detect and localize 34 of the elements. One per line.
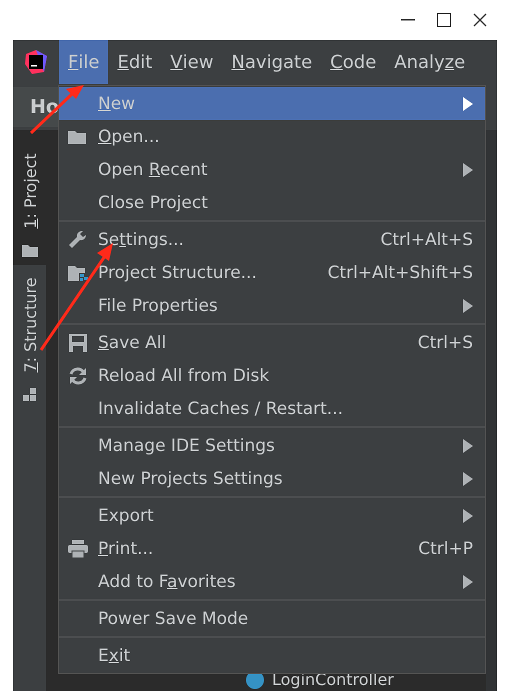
menu-item[interactable]: Invalidate Caches / Restart... (59, 392, 485, 425)
printer-icon (67, 538, 89, 558)
menu-item[interactable]: Open Recent (59, 153, 485, 186)
close-icon[interactable] (473, 13, 487, 27)
menu-bar-item[interactable]: Code (321, 40, 386, 84)
menu-bar-item[interactable]: View (161, 40, 222, 84)
menu-bar-item[interactable]: Analyze (385, 40, 474, 84)
menu-item[interactable]: Add to Favorites (59, 565, 485, 598)
menu-item[interactable]: Reload All from Disk (59, 359, 485, 392)
menu-item[interactable]: Manage IDE Settings (59, 429, 485, 462)
menu-item[interactable]: Power Save Mode (59, 602, 485, 635)
wrench-icon (68, 230, 88, 250)
maximize-icon[interactable] (437, 13, 451, 27)
minimize-icon[interactable] (401, 19, 415, 21)
tool-window-tab[interactable]: 7: Structure (13, 265, 46, 410)
tool-window-tab[interactable]: 1: Project (13, 130, 46, 265)
menu-item[interactable]: File Properties (59, 289, 485, 322)
app-logo-icon (23, 49, 49, 75)
folder-icon (22, 244, 38, 257)
menu-item[interactable]: Project Structure... Ctrl+Alt+Shift+S (59, 256, 485, 289)
menu-bar-item[interactable]: Navigate (222, 40, 322, 84)
menu-bar-item[interactable]: Edit (108, 40, 162, 84)
menu-item[interactable]: Close Project (59, 186, 485, 219)
pointer-arrow (28, 84, 86, 136)
menu-item[interactable]: Settings... Ctrl+Alt+S (59, 223, 485, 256)
menu-item[interactable]: Print... Ctrl+P (59, 532, 485, 565)
menu-item[interactable]: New Projects Settings (59, 462, 485, 495)
reload-icon (68, 366, 88, 386)
file-name: LoginController (272, 670, 394, 689)
menu-item[interactable]: Exit (59, 639, 485, 672)
menu-item[interactable]: Export (59, 499, 485, 532)
menu-item[interactable]: Save All Ctrl+S (59, 326, 485, 359)
structure-icon (22, 388, 36, 402)
folder-grid-icon (67, 264, 89, 282)
